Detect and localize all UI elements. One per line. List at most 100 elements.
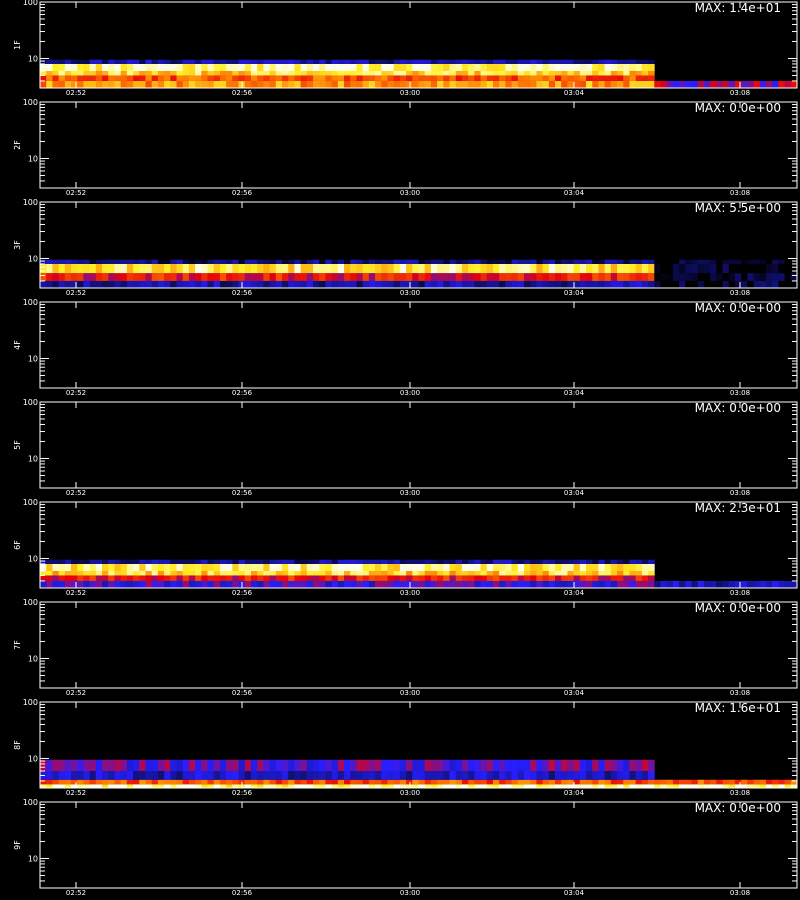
heat-cell bbox=[275, 280, 283, 288]
heat-cell bbox=[58, 779, 66, 785]
heat-cell bbox=[387, 59, 395, 64]
heat-cell bbox=[313, 759, 320, 771]
heat-cell bbox=[499, 559, 506, 564]
heat-cell bbox=[523, 779, 531, 785]
heat-cell bbox=[418, 784, 426, 788]
heat-cell bbox=[505, 63, 512, 71]
heat-cell bbox=[430, 580, 438, 588]
heat-cell bbox=[313, 779, 320, 785]
max-value-label: MAX: 0.0e+00 bbox=[695, 601, 781, 615]
heat-cell bbox=[716, 259, 723, 264]
heat-cell bbox=[387, 273, 395, 281]
panel-8f: 1010002:52 02:56 03:00 03:04 03:088FMAX: 1.6… bbox=[13, 698, 798, 797]
heat-cell bbox=[319, 759, 326, 771]
heat-cell bbox=[492, 771, 500, 780]
heat-cell bbox=[492, 563, 500, 571]
heat-cell bbox=[201, 75, 208, 81]
heat-cell bbox=[77, 75, 84, 81]
heat-cell bbox=[716, 273, 723, 281]
y-tick-label: 10 bbox=[28, 154, 38, 163]
heat-cell bbox=[244, 80, 252, 88]
heat-cell bbox=[300, 63, 308, 71]
heat-cell bbox=[58, 263, 66, 274]
heat-cell bbox=[654, 784, 661, 788]
heat-cell bbox=[238, 571, 246, 576]
heat-cell bbox=[164, 784, 171, 788]
heat-cell bbox=[492, 575, 500, 581]
heat-cell bbox=[399, 571, 407, 576]
heat-cell bbox=[250, 575, 258, 581]
heat-cell bbox=[139, 559, 146, 564]
heat-cell bbox=[486, 63, 494, 71]
heat-cell bbox=[635, 263, 643, 274]
heat-cell bbox=[542, 571, 550, 576]
heat-cell bbox=[120, 280, 128, 288]
heat-cell bbox=[325, 784, 333, 788]
heat-cell bbox=[381, 63, 388, 71]
heat-cell bbox=[567, 771, 575, 780]
heat-cell bbox=[368, 63, 376, 71]
heat-cell bbox=[275, 80, 283, 88]
heat-cell bbox=[46, 71, 53, 76]
heat-cell bbox=[617, 784, 624, 788]
x-tick-label: 03:04 bbox=[564, 789, 585, 797]
heat-cell bbox=[412, 575, 419, 581]
heat-cell bbox=[350, 263, 357, 274]
heat-cell bbox=[250, 580, 258, 588]
heat-cell bbox=[648, 784, 655, 788]
heat-cell bbox=[555, 563, 562, 571]
heat-cell bbox=[399, 559, 407, 564]
heat-cell bbox=[586, 263, 593, 274]
max-value-label: MAX: 1.6e+01 bbox=[695, 701, 781, 715]
heat-cell bbox=[83, 280, 91, 288]
heat-cell bbox=[219, 784, 227, 788]
heat-cell bbox=[306, 63, 314, 71]
heat-cell bbox=[195, 575, 202, 581]
panel-label: 7F bbox=[13, 640, 22, 650]
heat-cell bbox=[232, 280, 239, 288]
heat-cell bbox=[362, 59, 370, 64]
heat-cell bbox=[648, 75, 655, 81]
heat-cell bbox=[263, 75, 270, 81]
heat-cell bbox=[716, 580, 723, 588]
heat-cell bbox=[95, 259, 103, 264]
heat-cell bbox=[182, 59, 190, 64]
heat-cell bbox=[331, 559, 339, 564]
heat-cell bbox=[151, 559, 159, 564]
heat-cell bbox=[573, 71, 581, 76]
heat-cell bbox=[542, 263, 550, 274]
heat-cell bbox=[722, 80, 730, 88]
heat-cell bbox=[344, 280, 351, 288]
heat-cell bbox=[635, 59, 643, 64]
heat-cell bbox=[325, 263, 333, 274]
heat-cell bbox=[567, 779, 575, 785]
heat-cell bbox=[548, 280, 556, 288]
heat-cell bbox=[219, 580, 227, 588]
heat-cell bbox=[474, 280, 481, 288]
heat-cell bbox=[561, 759, 568, 771]
heat-cell bbox=[145, 563, 153, 571]
heat-cell bbox=[176, 263, 184, 274]
heat-cell bbox=[375, 784, 382, 788]
heat-cell bbox=[238, 771, 246, 780]
heat-cell bbox=[579, 259, 587, 264]
heat-cell bbox=[492, 280, 500, 288]
heat-cell bbox=[331, 59, 339, 64]
heat-cell bbox=[313, 263, 320, 274]
heat-cell bbox=[71, 759, 78, 771]
heat-cell bbox=[114, 75, 122, 81]
heat-cell bbox=[182, 779, 190, 785]
heat-cell bbox=[741, 259, 748, 264]
heat-cell bbox=[344, 771, 351, 780]
heat-band bbox=[40, 559, 655, 564]
heat-cell bbox=[399, 575, 407, 581]
heat-cell bbox=[604, 63, 612, 71]
heat-cell bbox=[461, 563, 469, 571]
heat-cell bbox=[449, 759, 457, 771]
heat-cell bbox=[102, 63, 109, 71]
heat-cell bbox=[399, 71, 407, 76]
heat-cell bbox=[635, 559, 643, 564]
heat-cell bbox=[275, 563, 283, 571]
heat-cell bbox=[412, 580, 419, 588]
x-tick-label: 02:56 bbox=[232, 789, 253, 797]
